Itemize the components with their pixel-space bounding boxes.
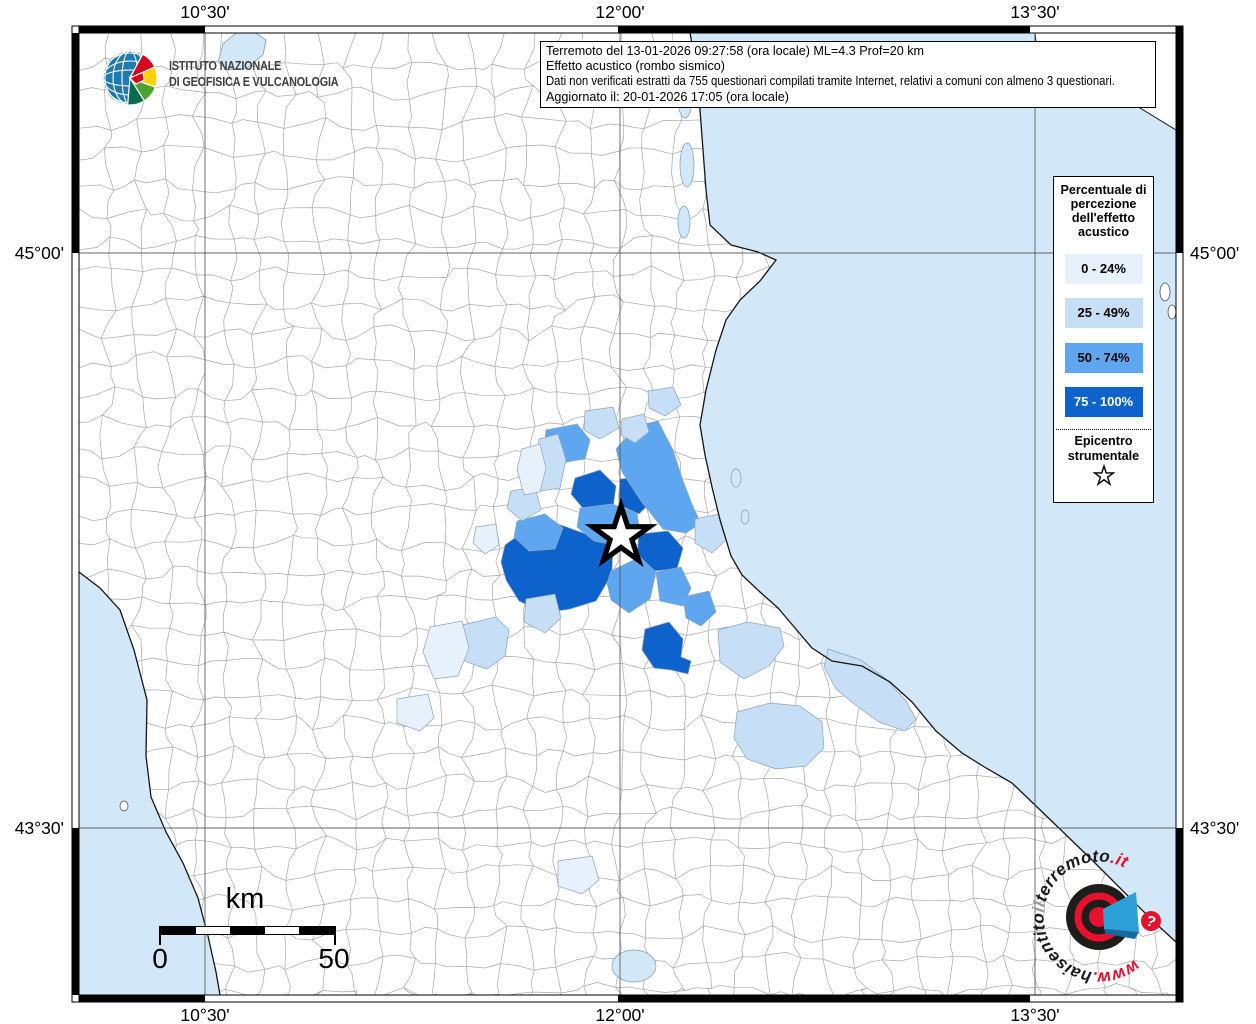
- scalebar-seg: [230, 927, 265, 934]
- scalebar-seg: [195, 927, 231, 934]
- event-info-box: Terremoto del 13-01-2026 09:27:58 (ora l…: [540, 41, 1156, 108]
- island: [1167, 304, 1177, 320]
- legend-title: Percentuale di percezione dell'effetto a…: [1060, 183, 1147, 239]
- scalebar-end: 50: [318, 943, 350, 974]
- axis-label-left-43-30: 43°30': [14, 818, 64, 838]
- ingv-shakemap-page: 10°30' 12°00' 13°30' 10°30' 12°00' 13°30…: [0, 0, 1256, 1024]
- axis-label-top-13-30: 13°30': [1010, 2, 1060, 22]
- legend-swatch-25-49: 25 - 49%: [1064, 298, 1143, 328]
- ingv-logo-text: ISTITUTO NAZIONALE DI GEOFISICA E VULCAN…: [169, 59, 339, 90]
- event-effect: Effetto acustico (rombo sismico): [546, 59, 725, 74]
- axis-label-bottom-12-00: 12°00': [595, 1005, 645, 1024]
- lake: [740, 509, 750, 525]
- legend-swatch-75-100: 75 - 100%: [1064, 387, 1143, 417]
- star-outline-icon: [1091, 463, 1116, 486]
- island: [119, 800, 129, 812]
- map-frame-segment: [72, 33, 79, 253]
- scalebar: [160, 926, 335, 935]
- lake: [679, 142, 695, 188]
- map-frame-segment: [618, 26, 1030, 33]
- scalebar-unit: km: [225, 883, 265, 915]
- event-data-note: Dati non verificati estratti da 755 ques…: [546, 74, 1115, 89]
- scalebar-start: 0: [152, 943, 168, 974]
- map-frame-segment: [79, 26, 205, 33]
- haisentitoilterremoto-logo: ? www.haisentitoilterremoto.it: [1029, 846, 1161, 988]
- axis-label-top-12-00: 12°00': [595, 2, 645, 22]
- map-frame-segment: [1176, 26, 1183, 33]
- lake: [677, 205, 691, 239]
- axis-label-bottom-10-30: 10°30': [180, 1005, 230, 1024]
- island: [1159, 282, 1171, 302]
- legend-swatch-50-74: 50 - 74%: [1064, 342, 1143, 373]
- scalebar-seg: [299, 927, 334, 934]
- axis-label-top-10-30: 10°30': [180, 2, 230, 22]
- axis-label-left-45-00: 45°00': [14, 243, 64, 263]
- lake: [730, 468, 742, 488]
- axis-label-right-45-00: 45°00': [1190, 243, 1240, 263]
- legend-swatch-0-24: 0 - 24%: [1064, 253, 1143, 284]
- scalebar-seg: [161, 927, 196, 934]
- map-frame-segment: [72, 828, 79, 995]
- ingv-name-line1: ISTITUTO NAZIONALE: [169, 59, 282, 73]
- scalebar-seg: [264, 927, 300, 934]
- star-outline-glyph: [1091, 463, 1116, 486]
- event-updated: Aggiornato il: 20-01-2026 17:05 (ora loc…: [546, 89, 789, 104]
- ingv-name-line2: DI GEOFISICA E VULCANOLOGIA: [169, 74, 339, 89]
- map-frame-segment: [1176, 33, 1183, 253]
- legend-epicenter-label: Epicentro strumentale: [1067, 434, 1140, 463]
- lake: [611, 949, 657, 983]
- event-title: Terremoto del 13-01-2026 09:27:58 (ora l…: [546, 44, 925, 58]
- legend-box: Percentuale di percezione dell'effetto a…: [1053, 176, 1154, 503]
- axis-label-right-43-30: 43°30': [1190, 818, 1240, 838]
- map-frame-segment: [79, 995, 205, 1002]
- map-frame-segment: [618, 995, 1030, 1002]
- ingv-logo-globe-icon: [103, 51, 158, 106]
- legend-divider: [1056, 429, 1151, 430]
